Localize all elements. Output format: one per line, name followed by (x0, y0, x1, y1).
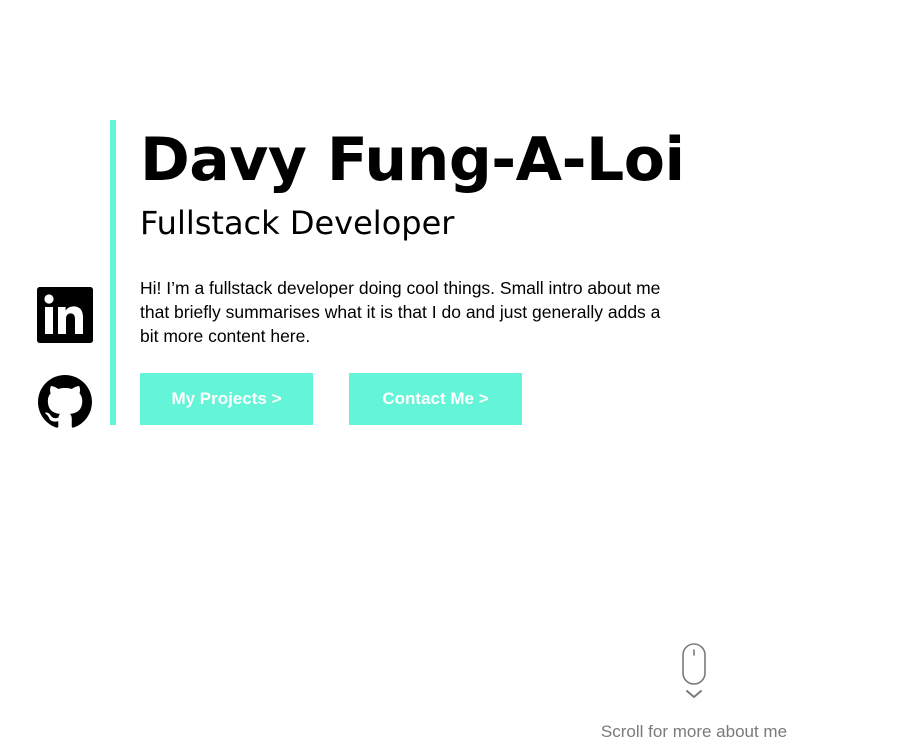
scroll-hint[interactable]: Scroll for more about me (594, 642, 794, 742)
github-icon (38, 375, 92, 428)
scroll-label: Scroll for more about me (600, 722, 788, 741)
accent-bar (110, 120, 116, 425)
social-links (37, 287, 93, 429)
my-projects-button[interactable]: My Projects > (140, 373, 313, 425)
job-title: Fullstack Developer (140, 204, 455, 242)
mouse-icon (682, 643, 706, 698)
contact-me-button[interactable]: Contact Me > (349, 373, 522, 425)
page-title: Davy Fung-A-Loi (140, 125, 685, 195)
linkedin-icon (37, 287, 93, 343)
hero-section: Davy Fung-A-Loi Fullstack Developer Hi! … (140, 122, 685, 348)
linkedin-link[interactable] (37, 287, 93, 343)
github-link[interactable] (38, 375, 92, 429)
intro-text: Hi! I’m a fullstack developer doing cool… (140, 278, 661, 346)
hero-buttons: My Projects > Contact Me > (140, 373, 522, 425)
landing-page: Davy Fung-A-Loi Fullstack Developer Hi! … (0, 0, 910, 754)
